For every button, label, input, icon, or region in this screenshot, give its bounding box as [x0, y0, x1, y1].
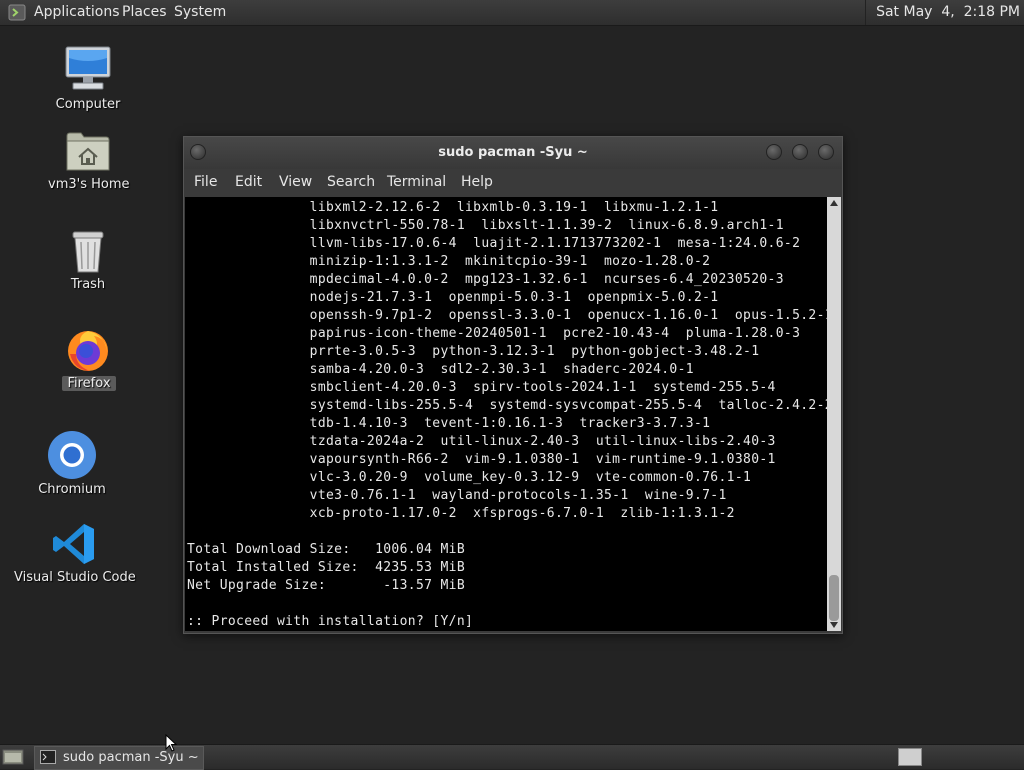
terminal-line: Net Upgrade Size: -13.57 MiB: [187, 578, 466, 593]
menu-search[interactable]: Search: [327, 174, 375, 190]
desktop-icon-chromium[interactable]: Chromium: [32, 430, 112, 498]
terminal-line: prrte-3.0.5-3 python-3.12.3-1 python-gob…: [187, 344, 760, 359]
desktop-icon-firefox[interactable]: Firefox: [48, 326, 128, 396]
desktop-icon-label: Visual Studio Code: [14, 570, 136, 585]
clock[interactable]: Sat May 4, 2:18 PM: [865, 0, 1024, 25]
terminal-line: smbclient-4.20.0-3 spirv-tools-2024.1-1 …: [187, 380, 776, 395]
taskbar-window-button[interactable]: sudo pacman -Syu ~: [34, 746, 204, 770]
desktop-icon-home[interactable]: vm3's Home: [48, 128, 130, 198]
desktop-icon-label: Computer: [55, 97, 121, 112]
chromium-icon: [48, 431, 96, 479]
terminal-line: libxml2-2.12.6-2 libxmlb-0.3.19-1 libxmu…: [187, 200, 719, 215]
mouse-cursor-icon: [165, 734, 177, 752]
taskbar-window-label: sudo pacman -Syu ~: [63, 750, 199, 765]
scrollbar-thumb[interactable]: [829, 575, 839, 621]
maximize-icon[interactable]: [792, 144, 808, 160]
firefox-icon: [68, 331, 108, 371]
desktop-icon-label: Chromium: [38, 482, 106, 497]
terminal-menubar: File Edit View Search Terminal Help: [184, 169, 842, 195]
terminal-window[interactable]: sudo pacman -Syu ~ File Edit View Search…: [183, 136, 843, 634]
terminal-line: vlc-3.0.20-9 volume_key-0.3.12-9 vte-com…: [187, 470, 752, 485]
terminal-line: Total Download Size: 1006.04 MiB: [187, 542, 466, 557]
window-titlebar[interactable]: sudo pacman -Syu ~: [184, 137, 842, 169]
terminal-line: :: Proceed with installation? [Y/n]: [187, 614, 474, 629]
menu-applications[interactable]: Applications: [34, 4, 120, 20]
desktop-icon-trash[interactable]: Trash: [48, 228, 128, 296]
workspace-switcher[interactable]: [898, 748, 922, 766]
menu-view[interactable]: View: [279, 174, 312, 190]
desktop-icon-label: Firefox: [62, 376, 116, 391]
terminal-line: vapoursynth-R66-2 vim-9.1.0380-1 vim-run…: [187, 452, 776, 467]
terminal-output[interactable]: libxml2-2.12.6-2 libxmlb-0.3.19-1 libxmu…: [185, 197, 827, 631]
menu-system[interactable]: System: [174, 4, 226, 20]
terminal-line: nodejs-21.7.3-1 openmpi-5.0.3-1 openpmix…: [187, 290, 719, 305]
trash-icon: [72, 231, 104, 273]
menu-places[interactable]: Places: [122, 4, 167, 20]
menu-edit[interactable]: Edit: [235, 174, 262, 190]
terminal-line: llvm-libs-17.0.6-4 luajit-2.1.1713773202…: [187, 236, 801, 251]
terminal-line: systemd-libs-255.5-4 systemd-sysvcompat-…: [187, 398, 827, 413]
terminal-line: papirus-icon-theme-20240501-1 pcre2-10.4…: [187, 326, 801, 341]
terminal-line: samba-4.20.0-3 sdl2-2.30.3-1 shaderc-202…: [187, 362, 694, 377]
desktop-icon-computer[interactable]: Computer: [48, 44, 128, 116]
terminal-scrollbar[interactable]: [827, 197, 841, 631]
terminal-text: libxml2-2.12.6-2 libxmlb-0.3.19-1 libxmu…: [187, 199, 827, 631]
minimize-icon[interactable]: [766, 144, 782, 160]
desktop-icon-label: Trash: [70, 277, 106, 292]
terminal-line: openssh-9.7p1-2 openssl-3.3.0-1 openucx-…: [187, 308, 827, 323]
top-panel: Applications Places System Sat May 4, 2:…: [0, 0, 1024, 26]
terminal-line: tzdata-2024a-2 util-linux-2.40-3 util-li…: [187, 434, 776, 449]
terminal-line: libxnvctrl-550.78-1 libxslt-1.1.39-2 lin…: [187, 218, 784, 233]
window-menu-icon[interactable]: [190, 144, 206, 160]
window-title: sudo pacman -Syu ~: [438, 145, 588, 160]
menu-file[interactable]: File: [194, 174, 217, 190]
terminal-line: mpdecimal-4.0.0-2 mpg123-1.32.6-1 ncurse…: [187, 272, 784, 287]
scroll-down-arrow-icon[interactable]: [830, 622, 838, 628]
terminal-app-icon: [40, 750, 56, 764]
show-desktop-icon[interactable]: [2, 748, 24, 766]
terminal-line: Total Installed Size: 4235.53 MiB: [187, 560, 466, 575]
desktop-icon-vscode[interactable]: Visual Studio Code: [14, 520, 136, 586]
terminal-line: xcb-proto-1.17.0-2 xfsprogs-6.7.0-1 zlib…: [187, 506, 735, 521]
terminal-line: vte3-0.76.1-1 wayland-protocols-1.35-1 w…: [187, 488, 727, 503]
desktop-icon-label: vm3's Home: [48, 177, 130, 192]
home-folder-icon: [66, 132, 110, 171]
applications-menu-icon[interactable]: [8, 4, 26, 21]
bottom-panel: sudo pacman -Syu ~: [0, 744, 1024, 770]
computer-icon: [65, 46, 111, 90]
terminal-line: minizip-1:1.3.1-2 mkinitcpio-39-1 mozo-1…: [187, 254, 711, 269]
close-icon[interactable]: [818, 144, 834, 160]
scroll-up-arrow-icon[interactable]: [830, 200, 838, 206]
terminal-line: tdb-1.4.10-3 tevent-1:0.16.1-3 tracker3-…: [187, 416, 711, 431]
vscode-icon: [53, 524, 94, 564]
menu-help[interactable]: Help: [461, 174, 493, 190]
menu-terminal[interactable]: Terminal: [387, 174, 446, 190]
